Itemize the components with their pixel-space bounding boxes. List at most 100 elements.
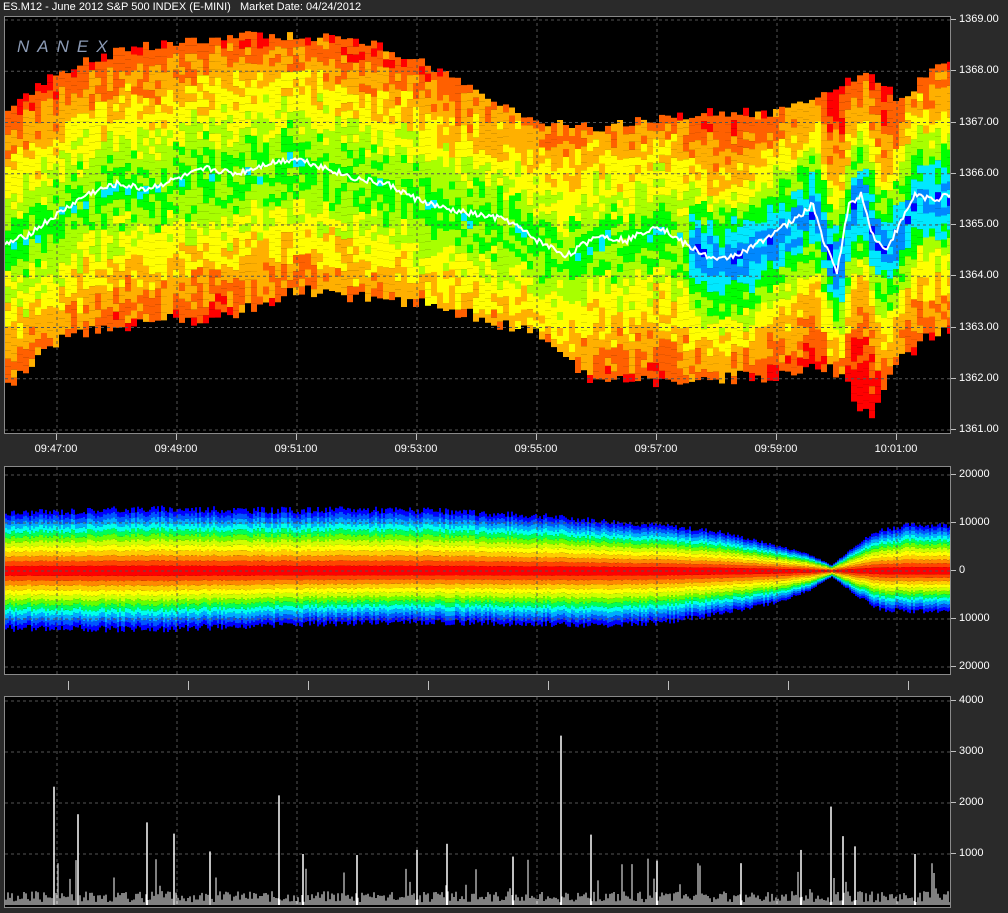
- heat-cell: [527, 261, 533, 270]
- heat-cell: [485, 106, 491, 115]
- heat-cell: [131, 254, 137, 263]
- heat-cell: [347, 150, 353, 159]
- heat-cell: [791, 135, 797, 144]
- heat-cell: [149, 98, 155, 107]
- heat-cell: [455, 109, 461, 118]
- heat-cell: [293, 95, 299, 104]
- heat-cell: [707, 356, 713, 365]
- heat-cell: [317, 77, 323, 86]
- heat-cell: [611, 179, 617, 188]
- heat-cell: [857, 355, 863, 364]
- heat-cell: [575, 205, 581, 213]
- heat-cell: [785, 267, 791, 276]
- heat-cell: [551, 267, 557, 276]
- heat-cell: [275, 214, 281, 223]
- heat-cell: [455, 93, 461, 102]
- heat-cell: [53, 107, 59, 116]
- heat-cell: [755, 319, 761, 328]
- heat-cell: [89, 142, 95, 151]
- heat-cell: [551, 307, 557, 316]
- heat-cell: [767, 132, 773, 141]
- heat-cell: [473, 289, 479, 298]
- heat-cell: [395, 89, 401, 98]
- heat-cell: [755, 127, 761, 136]
- heat-cell: [467, 180, 473, 189]
- heat-cell: [695, 180, 701, 189]
- heat-cell: [383, 187, 389, 196]
- heat-cell: [161, 256, 167, 265]
- heat-cell: [839, 318, 845, 327]
- heat-cell: [635, 133, 641, 142]
- price-heatmap-panel[interactable]: NANEX: [4, 16, 951, 434]
- heat-cell: [827, 164, 833, 173]
- heat-cell: [185, 309, 191, 318]
- heat-cell: [809, 283, 815, 292]
- heat-cell: [917, 77, 923, 86]
- heat-cell: [167, 82, 173, 90]
- heat-cell: [611, 155, 617, 164]
- heat-cell: [407, 291, 413, 300]
- heat-cell: [545, 158, 551, 167]
- heat-cell: [875, 186, 881, 195]
- heat-cell: [239, 240, 245, 249]
- heat-cell: [233, 62, 239, 71]
- heat-cell: [791, 247, 797, 256]
- heat-cell: [779, 346, 785, 355]
- heat-cell: [629, 253, 635, 262]
- heat-cell: [683, 135, 689, 144]
- heat-cell: [815, 153, 821, 162]
- heat-cell: [719, 263, 725, 272]
- heat-cell: [893, 261, 899, 269]
- heat-cell: [149, 114, 155, 123]
- heat-cell: [833, 305, 839, 314]
- heat-cell: [527, 141, 533, 150]
- heat-cell: [437, 292, 443, 301]
- heat-cell: [695, 212, 701, 221]
- heat-cell: [389, 284, 395, 293]
- heat-cell: [575, 157, 581, 165]
- heat-cell: [647, 154, 653, 163]
- heat-cell: [551, 315, 557, 324]
- heat-cell: [83, 73, 89, 82]
- heat-cell: [281, 48, 287, 57]
- heat-cell: [251, 159, 257, 168]
- heat-cell: [137, 135, 143, 144]
- heat-cell: [383, 131, 389, 140]
- heat-cell: [101, 285, 107, 294]
- heat-cell: [479, 133, 485, 142]
- heat-cell: [737, 186, 743, 195]
- heat-cell: [803, 191, 809, 200]
- heat-cell: [911, 331, 917, 340]
- heat-cell: [755, 303, 761, 312]
- heat-cell: [185, 245, 191, 254]
- heat-cell: [701, 281, 707, 290]
- heat-cell: [77, 185, 83, 194]
- heat-cell: [899, 281, 905, 290]
- heat-cell: [641, 303, 647, 312]
- heat-cell: [269, 290, 275, 299]
- heat-cell: [737, 362, 743, 371]
- heat-cell: [845, 173, 851, 182]
- heat-cell: [401, 99, 407, 107]
- heat-cell: [65, 137, 71, 146]
- heat-cell: [449, 93, 455, 102]
- heat-cell: [449, 285, 455, 294]
- heat-cell: [305, 69, 311, 78]
- heat-cell: [683, 143, 689, 152]
- heat-cell: [785, 131, 791, 140]
- heat-cell: [863, 304, 869, 313]
- heat-cell: [743, 163, 749, 172]
- heat-cell: [365, 61, 371, 70]
- heat-cell: [839, 270, 845, 279]
- heat-cell: [11, 281, 17, 290]
- heat-cell: [593, 259, 599, 268]
- heat-cell: [857, 363, 863, 372]
- heat-cell: [785, 107, 791, 116]
- heat-cell: [851, 321, 857, 330]
- heat-cell: [257, 40, 263, 49]
- heat-cell: [911, 99, 917, 108]
- heat-cell: [575, 333, 581, 341]
- heat-cell: [107, 99, 113, 108]
- heat-cell: [359, 283, 365, 292]
- heat-cell: [455, 237, 461, 246]
